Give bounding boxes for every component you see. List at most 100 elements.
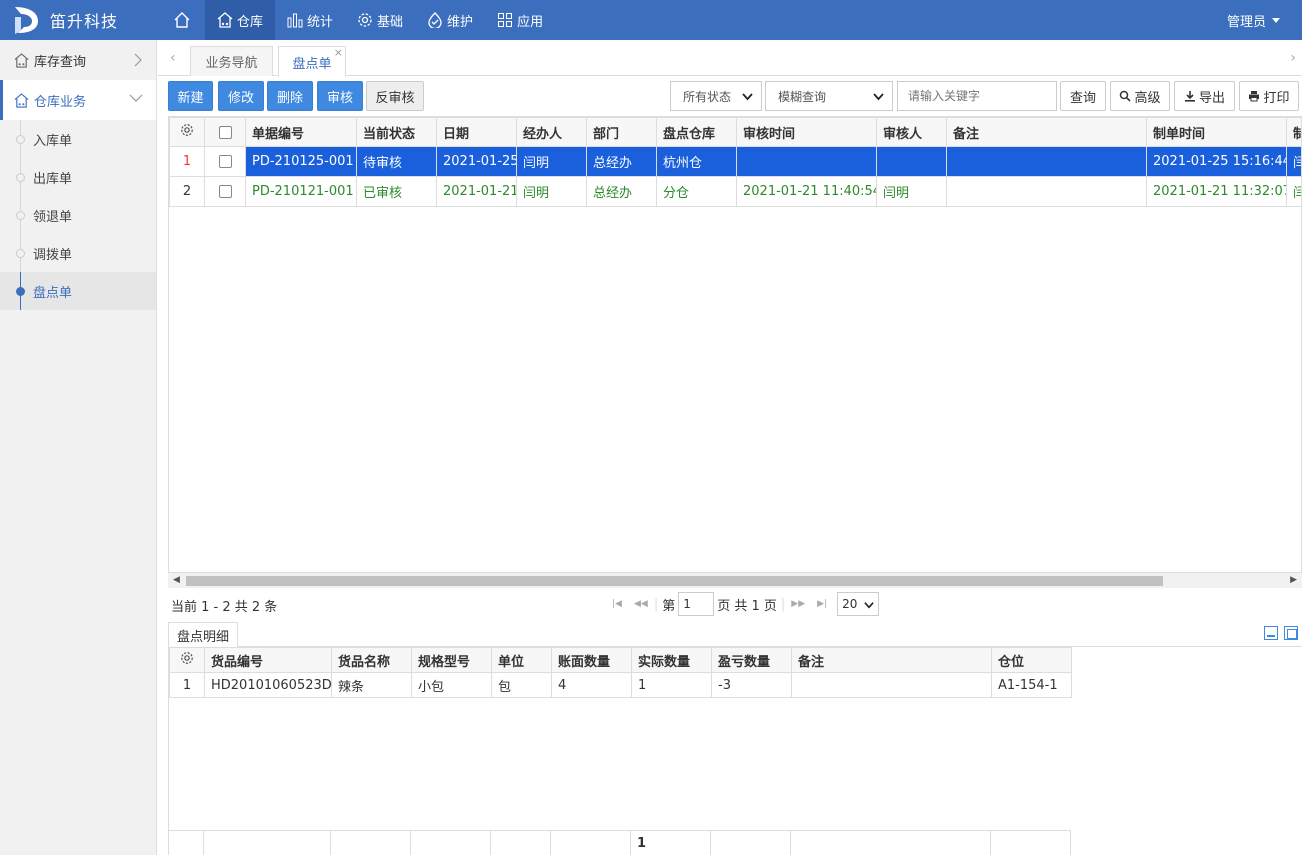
status-filter-value: 所有状态 bbox=[683, 89, 732, 104]
sidebar-item-inbound[interactable]: 入库单 bbox=[0, 120, 156, 158]
row-checkbox[interactable] bbox=[218, 155, 232, 168]
page-size-value: 20 bbox=[842, 597, 858, 611]
nav-basic[interactable]: 基础 bbox=[345, 0, 415, 40]
column-header[interactable]: 审核人 bbox=[876, 117, 947, 147]
scroll-left-icon[interactable]: ◀ bbox=[173, 575, 180, 585]
sidebar-item-requisition[interactable]: 领退单 bbox=[0, 196, 156, 234]
column-header[interactable]: 经办人 bbox=[516, 117, 587, 147]
first-page-icon[interactable]: |◀ bbox=[612, 599, 622, 609]
page-size-select[interactable]: 20 bbox=[837, 592, 880, 616]
detail-header-row: 货品编号 货品名称 规格型号 单位 账面数量 实际数量 盈亏数量 备注 仓位 bbox=[169, 647, 1072, 673]
column-header[interactable]: 当前状态 bbox=[356, 117, 437, 147]
sidebar-item-stocktake[interactable]: 盘点单 bbox=[0, 272, 156, 310]
query-button[interactable]: 查询 bbox=[1060, 81, 1106, 111]
delete-button[interactable]: 删除 bbox=[267, 81, 313, 111]
table-row[interactable]: 1 HD20101060523DD 辣条 小包 包 4 1 -3 A1-154-… bbox=[169, 672, 1072, 698]
sidebar-group-label: 库存查询 bbox=[34, 54, 87, 70]
select-all-cell[interactable] bbox=[204, 117, 246, 147]
column-header[interactable]: 制单时间 bbox=[1146, 117, 1287, 147]
sidebar-item-outbound[interactable]: 出库单 bbox=[0, 158, 156, 196]
cell-auditor: 闫明 bbox=[876, 176, 947, 207]
column-header[interactable]: 盈亏数量 bbox=[711, 647, 792, 673]
detail-grid: 货品编号 货品名称 规格型号 单位 账面数量 实际数量 盈亏数量 备注 仓位 1… bbox=[168, 647, 1302, 855]
nav-home[interactable] bbox=[163, 0, 205, 40]
cell-audit-time: 2021-01-21 11:40:54 bbox=[736, 176, 877, 207]
maximize-icon[interactable] bbox=[1284, 626, 1298, 640]
sidebar-group-label: 仓库业务 bbox=[34, 94, 87, 110]
column-header[interactable]: 日期 bbox=[436, 117, 517, 147]
column-header[interactable]: 货品编号 bbox=[204, 647, 332, 673]
cell-item-name: 辣条 bbox=[331, 672, 412, 698]
table-header-row: 单据编号 当前状态 日期 经办人 部门 盘点仓库 审核时间 审核人 备注 制单时… bbox=[169, 117, 1301, 147]
export-button[interactable]: 导出 bbox=[1174, 81, 1235, 111]
page-number-input[interactable]: 1 bbox=[678, 592, 715, 616]
sidebar-item-label: 调拨单 bbox=[33, 247, 73, 263]
unaudit-button[interactable]: 反审核 bbox=[366, 81, 424, 111]
column-settings-cell[interactable] bbox=[169, 117, 205, 147]
chevron-left-icon[interactable]: ‹ bbox=[170, 50, 176, 66]
nav-warehouse[interactable]: 仓库 bbox=[205, 0, 276, 40]
row-select-cell[interactable] bbox=[204, 176, 246, 207]
close-icon[interactable]: × bbox=[334, 46, 343, 59]
warehouse-icon bbox=[217, 12, 233, 28]
nav-statistics[interactable]: 统计 bbox=[275, 0, 345, 40]
column-header[interactable]: 货品名称 bbox=[331, 647, 412, 673]
cell-audit-time bbox=[736, 146, 877, 177]
column-header[interactable]: 实际数量 bbox=[631, 647, 712, 673]
cell-unit: 包 bbox=[491, 672, 552, 698]
column-header[interactable]: 备注 bbox=[946, 117, 1147, 147]
cell-warehouse: 分仓 bbox=[656, 176, 737, 207]
column-header[interactable]: 账面数量 bbox=[551, 647, 632, 673]
row-select-cell[interactable] bbox=[204, 146, 246, 177]
column-header[interactable]: 部门 bbox=[586, 117, 657, 147]
print-button[interactable]: 打印 bbox=[1239, 81, 1299, 111]
chevron-down-icon bbox=[742, 93, 753, 101]
nav-maintenance[interactable]: 维护 bbox=[415, 0, 485, 40]
column-header[interactable]: 单据编号 bbox=[245, 117, 357, 147]
horizontal-scrollbar[interactable]: ◀ ▶ bbox=[168, 572, 1302, 588]
column-header[interactable]: 仓位 bbox=[991, 647, 1072, 673]
row-checkbox[interactable] bbox=[218, 185, 232, 198]
edit-button[interactable]: 修改 bbox=[218, 81, 264, 111]
query-mode-select[interactable]: 模糊查询 bbox=[765, 81, 893, 111]
column-settings-cell[interactable] bbox=[169, 647, 205, 673]
sidebar-item-transfer[interactable]: 调拨单 bbox=[0, 234, 156, 272]
nav-basic-label: 基础 bbox=[377, 14, 404, 30]
toolbar: 新建 修改 删除 审核 反审核 所有状态 模糊查询 查询 高级 导出 打印 bbox=[158, 76, 1302, 116]
tab-business-nav[interactable]: 业务导航 bbox=[190, 46, 273, 76]
new-button[interactable]: 新建 bbox=[168, 81, 213, 111]
prev-page-icon[interactable]: ◀◀ bbox=[634, 599, 648, 609]
sidebar-group-inventory-query[interactable]: 库存查询 bbox=[0, 40, 156, 80]
next-page-icon[interactable]: ▶▶ bbox=[791, 599, 805, 609]
column-header[interactable]: 盘点仓库 bbox=[656, 117, 737, 147]
column-header[interactable]: 备注 bbox=[791, 647, 992, 673]
chevron-down-icon bbox=[864, 602, 874, 609]
advanced-button[interactable]: 高级 bbox=[1110, 81, 1170, 111]
scrollbar-thumb[interactable] bbox=[186, 576, 1163, 586]
cell-extra: 闫 bbox=[1286, 146, 1301, 177]
user-menu[interactable]: 管理员 bbox=[1227, 0, 1280, 40]
column-header[interactable]: 规格型号 bbox=[411, 647, 492, 673]
table-row[interactable]: 1 PD-210125-001 待审核 2021-01-25 闫明 总经办 杭州… bbox=[169, 146, 1301, 177]
tab-stocktake-detail[interactable]: 盘点明细 bbox=[168, 622, 238, 647]
bullet-icon bbox=[16, 249, 25, 258]
export-label: 导出 bbox=[1198, 90, 1225, 106]
table-row[interactable]: 2 PD-210121-001 已审核 2021-01-21 闫明 总经办 分仓… bbox=[169, 176, 1301, 207]
audit-button[interactable]: 审核 bbox=[317, 81, 363, 111]
column-header[interactable]: 单位 bbox=[491, 647, 552, 673]
tab-label: 盘点单 bbox=[292, 56, 332, 72]
status-filter-select[interactable]: 所有状态 bbox=[670, 81, 762, 111]
brand[interactable]: 笛升科技 bbox=[12, 0, 118, 40]
tab-stocktake[interactable]: 盘点单 × bbox=[278, 46, 346, 77]
chevron-right-icon[interactable]: › bbox=[1290, 50, 1296, 66]
scroll-right-icon[interactable]: ▶ bbox=[1290, 575, 1297, 585]
sidebar-group-warehouse-business[interactable]: 仓库业务 bbox=[0, 80, 156, 120]
last-page-icon[interactable]: ▶| bbox=[817, 599, 827, 609]
cell-status: 已审核 bbox=[356, 176, 437, 207]
nav-apps[interactable]: 应用 bbox=[485, 0, 555, 40]
minimize-icon[interactable] bbox=[1264, 626, 1278, 640]
select-all-checkbox[interactable] bbox=[218, 125, 232, 139]
column-header[interactable]: 制 bbox=[1286, 117, 1301, 147]
search-input[interactable] bbox=[897, 81, 1057, 111]
column-header[interactable]: 审核时间 bbox=[736, 117, 877, 147]
